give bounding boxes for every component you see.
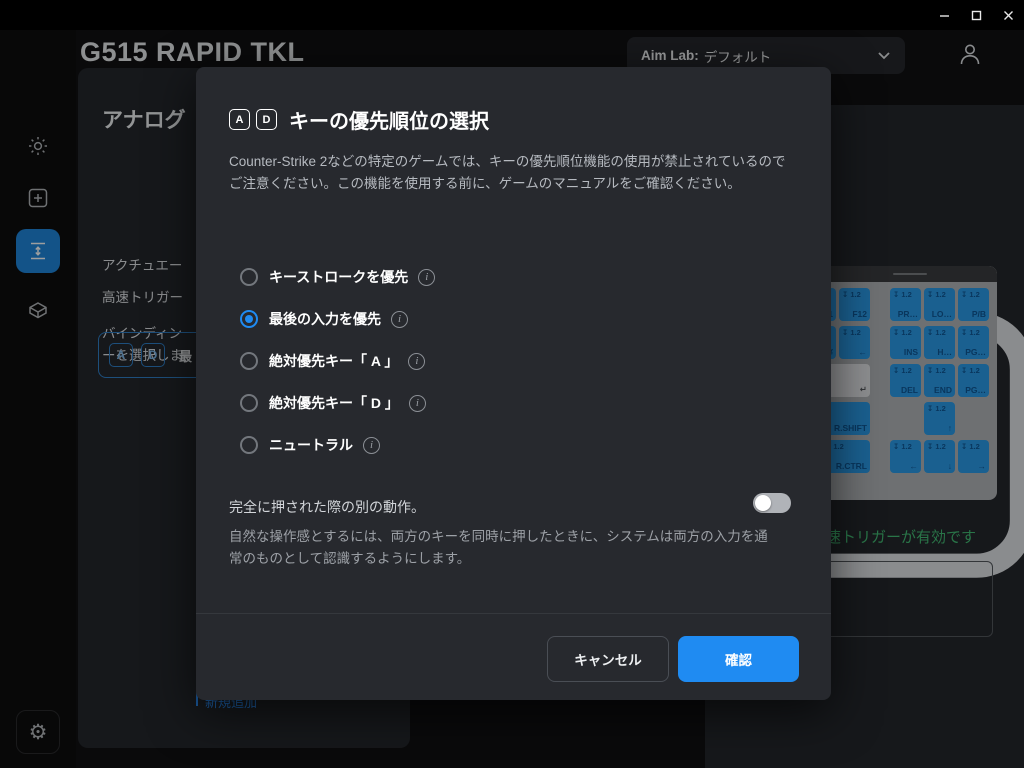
footer-divider (196, 613, 831, 614)
radio-unselected[interactable] (240, 394, 258, 412)
radio-unselected[interactable] (240, 436, 258, 454)
maximize-button[interactable] (960, 0, 992, 30)
info-icon[interactable]: i (409, 395, 426, 412)
option-label: 絶対優先キー「 D 」 (269, 393, 399, 413)
priority-option[interactable]: 最後の入力を優先 i (240, 309, 435, 329)
info-icon[interactable]: i (408, 353, 425, 370)
cancel-button[interactable]: キャンセル (547, 636, 669, 682)
radio-selected[interactable] (240, 310, 258, 328)
toggle-knob (755, 495, 771, 511)
minimize-button[interactable] (928, 0, 960, 30)
radio-unselected[interactable] (240, 352, 258, 370)
info-icon[interactable]: i (418, 269, 435, 286)
option-label: 絶対優先キー「 A 」 (269, 351, 398, 371)
app-window: G515 RAPID TKL Aim Lab: デフォルト (0, 0, 1024, 768)
info-icon[interactable]: i (391, 311, 408, 328)
priority-option[interactable]: ニュートラル i (240, 435, 435, 455)
key-d-badge: D (256, 109, 277, 130)
radio-unselected[interactable] (240, 268, 258, 286)
titlebar (0, 0, 1024, 30)
dialog-title: キーの優先順位の選択 (289, 105, 489, 134)
close-button[interactable] (992, 0, 1024, 30)
option-label: ニュートラル (269, 435, 353, 455)
separate-action-toggle[interactable] (753, 493, 791, 513)
priority-options: キーストロークを優先i最後の入力を優先i絶対優先キー「 A 」i絶対優先キー「 … (240, 267, 435, 477)
option-label: キーストロークを優先 (269, 267, 408, 287)
key-a-badge: A (229, 109, 250, 130)
toggle-label: 完全に押された際の別の動作。 (229, 497, 425, 517)
priority-option[interactable]: キーストロークを優先 i (240, 267, 435, 287)
dialog-description: Counter-Strike 2などの特定のゲームでは、キーの優先順位機能の使用… (229, 151, 796, 195)
priority-option[interactable]: 絶対優先キー「 A 」 i (240, 351, 435, 371)
key-priority-dialog: A D キーの優先順位の選択 Counter-Strike 2などの特定のゲーム… (196, 67, 831, 700)
confirm-button[interactable]: 確認 (678, 636, 799, 682)
info-icon[interactable]: i (363, 437, 380, 454)
priority-option[interactable]: 絶対優先キー「 D 」 i (240, 393, 435, 413)
option-label: 最後の入力を優先 (269, 309, 381, 329)
toggle-description: 自然な操作感とするには、両方のキーを同時に押したときに、システムは両方の入力を通… (229, 526, 781, 570)
